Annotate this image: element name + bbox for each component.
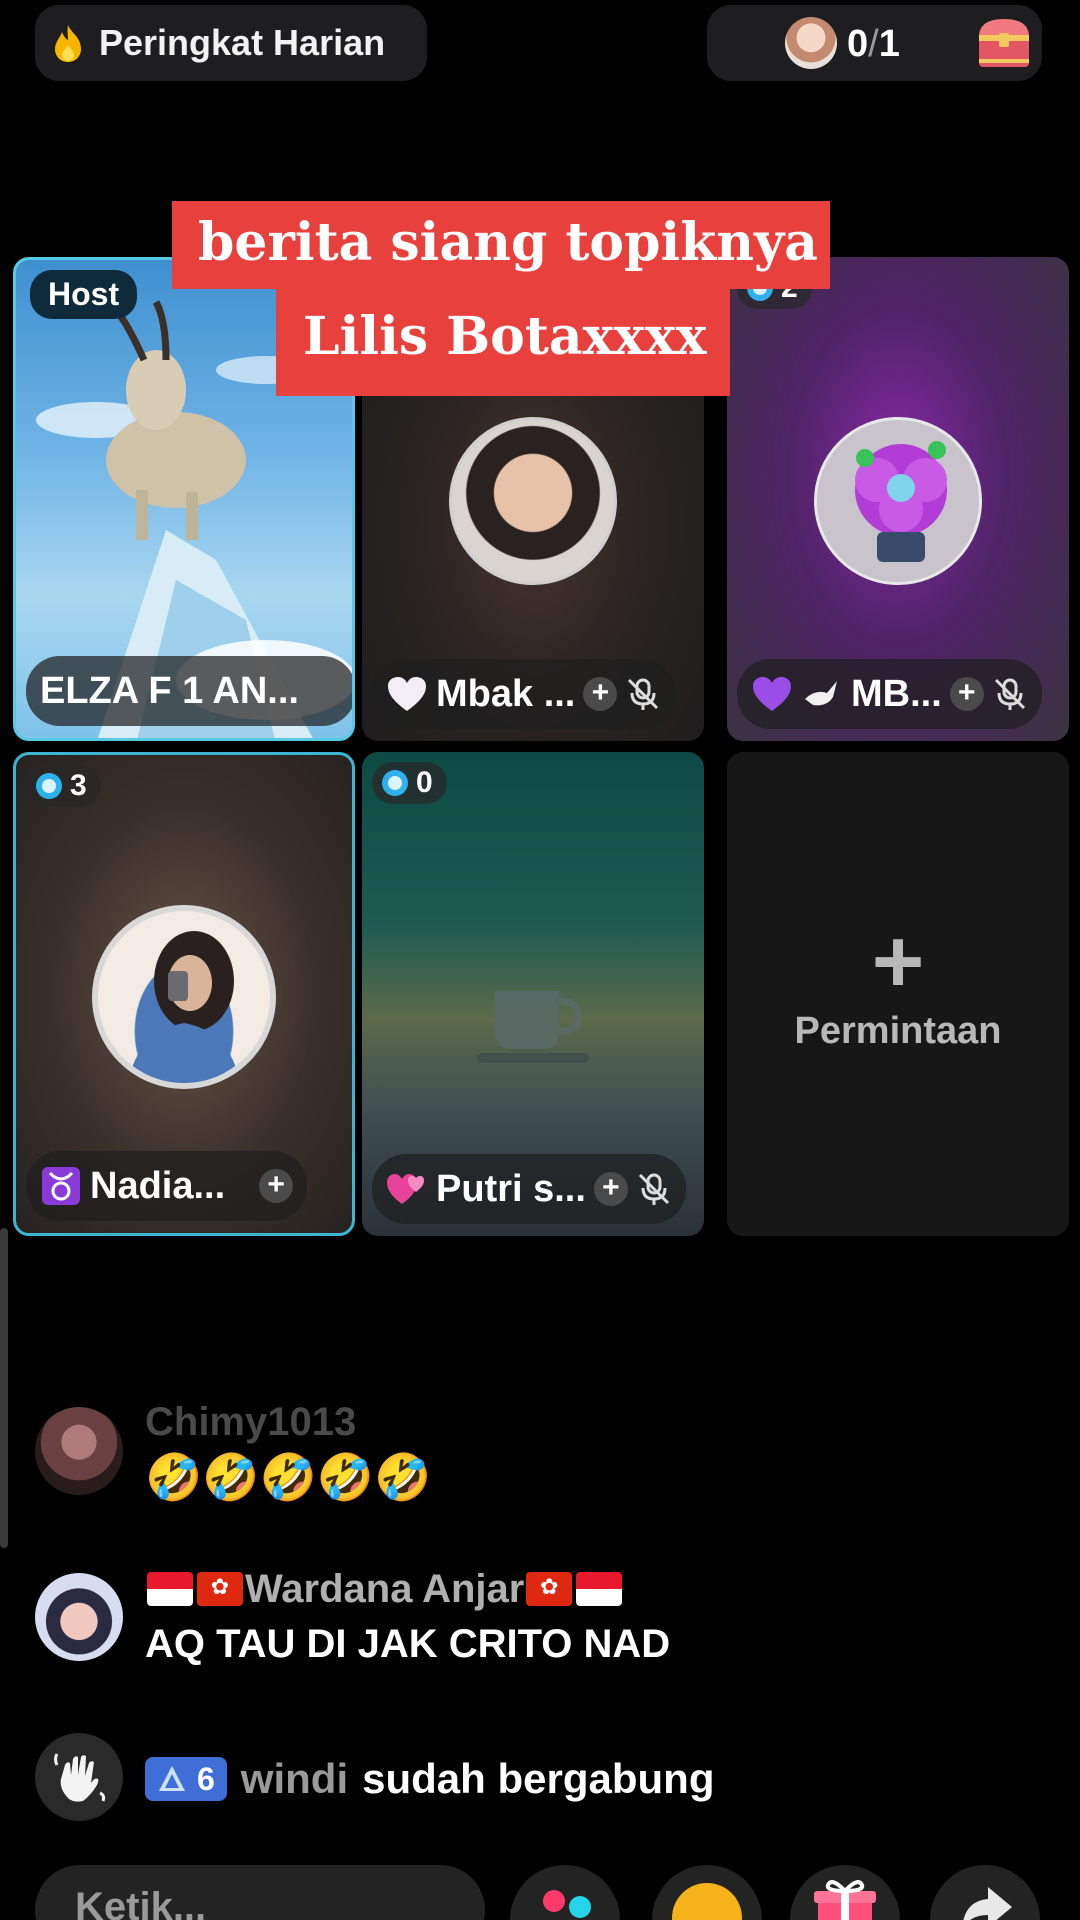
follow-plus-button[interactable]: + [593,1172,628,1206]
seat-name-bar[interactable]: ELZA F 1 AN... [26,656,352,726]
follow-plus-button[interactable]: + [949,677,984,711]
room-goal-score: 0/1 [847,23,900,65]
follow-plus-button[interactable]: + [259,1169,294,1203]
request-seat-tile[interactable]: + Permintaan [727,752,1069,1236]
wave-hand-icon [54,1753,106,1802]
hong-kong-flag-icon [197,1572,243,1606]
gem-icon [36,773,62,799]
share-button[interactable] [930,1865,1040,1920]
join-text: sudah bergabung [362,1755,715,1802]
daily-ranking-label: Peringkat Harian [99,22,386,63]
dots-icon [543,1890,591,1918]
coin-icon [672,1883,742,1920]
follow-plus-button[interactable]: + [583,677,618,711]
gift-icon [814,1880,876,1920]
hong-kong-flag-icon [526,1572,573,1606]
request-plus-icon: + [871,912,925,1012]
chat-username-row[interactable]: Wardana Anjar [145,1567,624,1612]
more-features-button[interactable] [510,1865,620,1920]
coffee-cup-icon [477,991,589,1063]
seat-tile-5[interactable]: 0 Putri s... + [362,752,704,1236]
chat-avatar[interactable] [35,1573,123,1661]
level-badge: 6 [145,1757,227,1801]
request-label: Permintaan [794,1010,1002,1052]
seat-name: MB... [851,672,942,715]
caption-line-1: berita siang topiknya [172,201,830,289]
comment-input[interactable]: Ketik... [35,1865,485,1920]
gem-icon [382,770,408,796]
coin-button[interactable] [652,1865,762,1920]
treasure-chest-icon[interactable] [975,15,1033,71]
indonesia-flag-icon [147,1572,193,1606]
top-contributor-avatar [785,17,837,69]
join-notification: 6 windi sudah bergabung [145,1755,714,1803]
purple-heart-icon [753,677,791,711]
wave-button[interactable] [35,1733,123,1821]
user-avatar[interactable] [814,417,982,585]
chat-username[interactable]: Chimy1013 [145,1400,356,1445]
two-hearts-icon [387,1174,424,1204]
chat-username: Wardana Anjar [245,1567,525,1611]
caption-line-2: Lilis Botaxxxx [276,289,730,396]
mic-muted-icon [628,678,659,710]
chat-message: AQ TAU DI JAK CRITO NAD [145,1622,671,1666]
seat-name-bar[interactable]: MB... + [737,659,1042,729]
seat-name: Mbak ... [436,672,576,715]
seat-tile-3[interactable]: 2 MB... + [727,257,1069,741]
dove-icon [805,681,837,706]
room-goal-pill[interactable]: 0/1 [707,5,1042,81]
seat-name-bar[interactable]: Mbak ... + [372,659,676,729]
mic-muted-icon [638,1173,669,1205]
share-arrow-icon [963,1887,1012,1920]
seat-name: Putri s... [436,1167,586,1210]
chat-avatar[interactable] [35,1407,123,1495]
taurus-icon [42,1167,80,1205]
fire-icon [55,25,81,62]
seat-tile-4[interactable]: 3 Nadia... + [13,752,355,1236]
seat-name: ELZA F 1 AN... [40,669,299,712]
level-triangle-icon [159,1766,185,1791]
user-avatar[interactable] [92,905,276,1089]
daily-ranking-button[interactable]: Peringkat Harian [35,5,427,81]
indonesia-flag-icon [576,1572,623,1606]
seat-name-bar[interactable]: Nadia... + [26,1151,308,1221]
user-avatar[interactable] [449,417,617,585]
host-badge: Host [30,270,138,319]
chat-message: 🤣🤣🤣🤣🤣 [145,1451,432,1503]
seat-name-bar[interactable]: Putri s... + [372,1154,686,1224]
white-heart-icon [388,677,426,711]
gift-button[interactable] [790,1865,900,1920]
scroll-indicator [0,1228,8,1548]
join-username[interactable]: windi [241,1755,348,1803]
gem-count-badge: 3 [26,765,101,807]
mic-muted-icon [994,678,1025,710]
gem-count-badge: 0 [372,762,447,804]
seat-name: Nadia... [90,1164,226,1207]
